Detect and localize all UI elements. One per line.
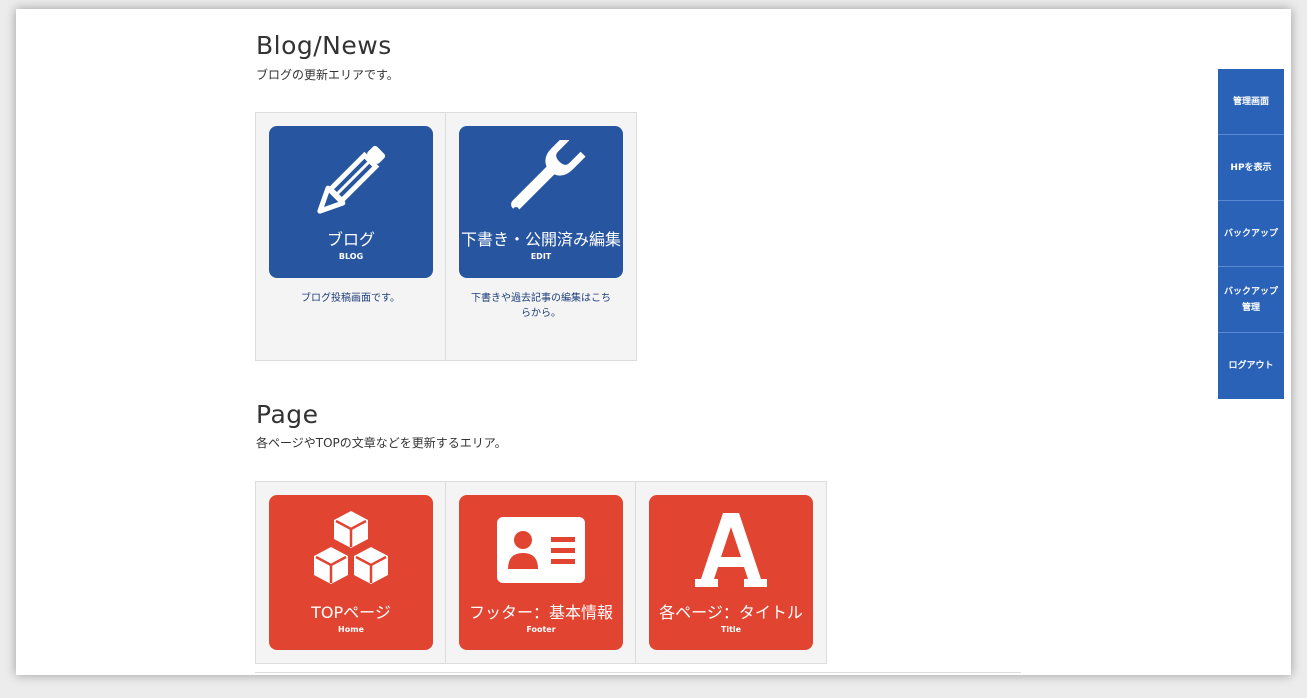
letter-a-icon [695, 513, 767, 587]
blog-tile-description: ブログ投稿画面です。 [301, 293, 400, 304]
title-cell: 各ページ：タイトル Title [636, 482, 826, 663]
edit-tile-sub: EDIT [530, 252, 552, 261]
page-section-title: Page [256, 400, 319, 429]
top-page-tile-button[interactable]: TOPページ Home [269, 495, 433, 650]
footer-tile-button[interactable]: フッター：基本情報 Footer [459, 495, 623, 650]
side-menu-backup[interactable]: バックアップ [1218, 201, 1284, 267]
title-tile-button[interactable]: 各ページ：タイトル Title [649, 495, 813, 650]
blog-tile-button[interactable]: ブログ BLOG [269, 126, 433, 278]
side-menu-admin[interactable]: 管理画面 [1218, 69, 1284, 135]
footer-tile-title: フッター：基本情報 [468, 603, 613, 622]
blog-section-description: ブログの更新エリアです。 [256, 68, 399, 82]
footer-tile-sub: Footer [526, 625, 556, 634]
blog-tile-sub: BLOG [338, 252, 364, 261]
blog-section-title: Blog/News [256, 31, 392, 60]
pencil-icon [317, 145, 386, 214]
edit-tile-description: 下書きや過去記事の編集はこちらから。 [471, 293, 611, 319]
footer-cell: フッター：基本情報 Footer [446, 482, 636, 663]
side-menu-logout[interactable]: ログアウト [1218, 333, 1284, 399]
edit-cell: 下書き・公開済み編集 EDIT 下書きや過去記事の編集はこちらから。 [446, 113, 636, 360]
top-page-tile-title: TOPページ [311, 603, 391, 622]
edit-tile-button[interactable]: 下書き・公開済み編集 EDIT [459, 126, 623, 278]
page-section-description: 各ページやTOPの文章などを更新するエリア。 [256, 436, 507, 450]
blog-tile-title: ブログ [326, 230, 375, 249]
admin-window: Blog/News ブログの更新エリアです。 ブログ BLOG ブログ投稿画面で… [16, 9, 1291, 675]
side-menu: 管理画面 HPを表示 バックアップ バックアップ管理 ログアウト [1218, 69, 1284, 399]
page-tile-grid: TOPページ Home フッター：基本情報 Footer 各ページ：タイトル T… [255, 481, 827, 664]
top-page-cell: TOPページ Home [256, 482, 446, 663]
top-page-tile-sub: Home [338, 625, 364, 634]
edit-tile-title: 下書き・公開済み編集 [460, 230, 621, 249]
side-menu-backup-manage[interactable]: バックアップ管理 [1218, 267, 1284, 333]
cubes-icon [314, 511, 388, 584]
title-tile-sub: Title [720, 625, 742, 634]
id-card-icon [497, 517, 585, 583]
blog-tile-grid: ブログ BLOG ブログ投稿画面です。 下書き・公開済み編集 EDIT 下書きや… [255, 112, 637, 361]
section-divider [255, 672, 1021, 673]
side-menu-view-site[interactable]: HPを表示 [1218, 135, 1284, 201]
wrench-icon [511, 140, 586, 213]
title-tile-title: 各ページ：タイトル [659, 603, 803, 622]
blog-cell: ブログ BLOG ブログ投稿画面です。 [256, 113, 446, 360]
